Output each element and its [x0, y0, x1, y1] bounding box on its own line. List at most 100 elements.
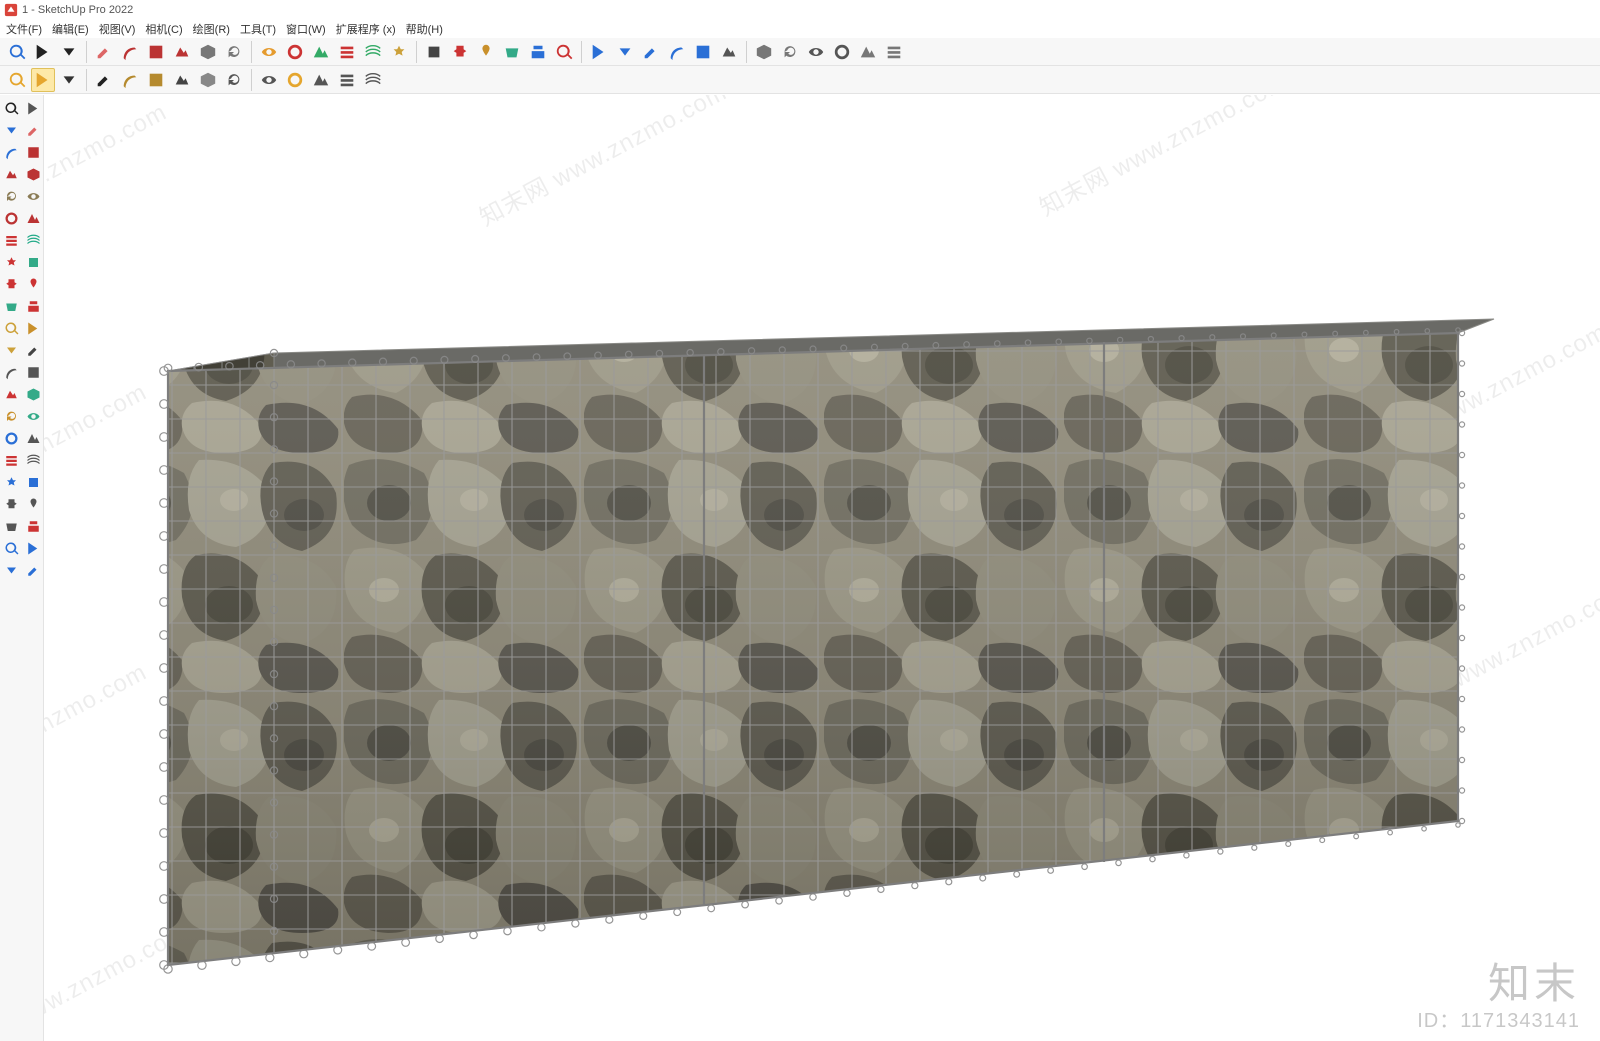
- brush-tool[interactable]: [23, 164, 43, 184]
- zoom-icon[interactable]: [526, 40, 550, 64]
- layers-icon[interactable]: [639, 40, 663, 64]
- protractor-tool[interactable]: [1, 340, 21, 360]
- compass-tool[interactable]: [23, 252, 43, 272]
- cube-blue-icon[interactable]: [309, 40, 333, 64]
- paint-icon[interactable]: [500, 40, 524, 64]
- eye-tool[interactable]: [23, 98, 43, 118]
- add-icon[interactable]: [92, 68, 116, 92]
- dims-tool[interactable]: [1, 362, 21, 382]
- scale-tool[interactable]: [1, 296, 21, 316]
- target-icon[interactable]: [552, 40, 576, 64]
- pencil-icon[interactable]: [118, 40, 142, 64]
- gear3-icon[interactable]: [257, 68, 281, 92]
- menu-item-8[interactable]: 帮助(H): [406, 21, 443, 37]
- waves-tool[interactable]: [23, 538, 43, 558]
- cart-icon[interactable]: [335, 68, 359, 92]
- menu-item-5[interactable]: 工具(T): [240, 21, 276, 37]
- circle-tool[interactable]: [1, 186, 21, 206]
- zoomext-tool[interactable]: [1, 472, 21, 492]
- bucket-icon[interactable]: [474, 40, 498, 64]
- offset-tool[interactable]: [23, 296, 43, 316]
- gear-icon[interactable]: [587, 40, 611, 64]
- globe-icon[interactable]: [361, 68, 385, 92]
- text-icon[interactable]: [422, 40, 446, 64]
- text-tool[interactable]: [23, 340, 43, 360]
- viewport-3d[interactable]: 知末网 www.znzmo.com 知末网 www.znzmo.com 知末网 …: [44, 95, 1600, 1041]
- grid-icon[interactable]: [665, 40, 689, 64]
- eraser-icon[interactable]: [92, 40, 116, 64]
- refresh-icon[interactable]: [335, 40, 359, 64]
- gear2-icon[interactable]: [222, 68, 246, 92]
- box2-icon[interactable]: [778, 40, 802, 64]
- plugin1-icon[interactable]: [5, 68, 29, 92]
- stairs-icon[interactable]: [257, 40, 281, 64]
- waves2-icon[interactable]: [691, 40, 715, 64]
- house2-icon[interactable]: [830, 40, 854, 64]
- menu-item-4[interactable]: 绘图(R): [193, 21, 230, 37]
- cylinder-icon[interactable]: [118, 68, 142, 92]
- eraser-tool[interactable]: [23, 120, 43, 140]
- refresh2-icon[interactable]: [361, 40, 385, 64]
- folder2-icon[interactable]: [882, 40, 906, 64]
- menu-item-7[interactable]: 扩展程序 (x): [336, 21, 396, 37]
- info-icon[interactable]: [309, 68, 333, 92]
- foot-tool[interactable]: [1, 516, 21, 536]
- select-arrow-icon[interactable]: [31, 40, 55, 64]
- tape-tool[interactable]: [1, 318, 21, 338]
- menu-item-1[interactable]: 编辑(E): [52, 21, 89, 37]
- menu-item-0[interactable]: 文件(F): [6, 21, 42, 37]
- menu-item-2[interactable]: 视图(V): [99, 21, 136, 37]
- zoomwin-tool[interactable]: [23, 472, 43, 492]
- arc2-tool[interactable]: [1, 208, 21, 228]
- label-tool[interactable]: [23, 362, 43, 382]
- redo-tool[interactable]: [23, 230, 43, 250]
- camera-icon[interactable]: [57, 68, 81, 92]
- person-icon[interactable]: [717, 40, 741, 64]
- walk-tool[interactable]: [1, 494, 21, 514]
- tape-icon[interactable]: [387, 40, 411, 64]
- waves2-tool[interactable]: [23, 560, 43, 580]
- grid-tool[interactable]: [1, 560, 21, 580]
- look-tool[interactable]: [23, 494, 43, 514]
- house-icon[interactable]: [804, 40, 828, 64]
- section-tool[interactable]: [1, 406, 21, 426]
- search-icon[interactable]: [5, 40, 29, 64]
- disk-tool[interactable]: [23, 186, 43, 206]
- plane-tool[interactable]: [23, 384, 43, 404]
- note-icon[interactable]: [283, 68, 307, 92]
- select-tool[interactable]: [1, 98, 21, 118]
- follow-tool[interactable]: [23, 274, 43, 294]
- undo-tool[interactable]: [1, 230, 21, 250]
- pan-tool[interactable]: [1, 450, 21, 470]
- pin-icon[interactable]: [448, 40, 472, 64]
- pencil-tool[interactable]: [1, 164, 21, 184]
- prints-tool[interactable]: [23, 516, 43, 536]
- layers-tool[interactable]: [1, 538, 21, 558]
- folder-icon[interactable]: [856, 40, 880, 64]
- box-icon[interactable]: [752, 40, 776, 64]
- cube-tool[interactable]: [1, 142, 21, 162]
- pin-tool[interactable]: [1, 384, 21, 404]
- zoom-tool[interactable]: [1, 428, 21, 448]
- plugin2-icon[interactable]: [31, 68, 55, 92]
- arc3-tool[interactable]: [23, 208, 43, 228]
- cube-red-icon[interactable]: [283, 40, 307, 64]
- menu-item-6[interactable]: 窗口(W): [286, 21, 326, 37]
- arc-tool[interactable]: [23, 142, 43, 162]
- menu-item-3[interactable]: 相机(C): [145, 21, 182, 37]
- axes-tool[interactable]: [23, 318, 43, 338]
- dropdown-icon[interactable]: [57, 40, 81, 64]
- arc2-icon[interactable]: [170, 40, 194, 64]
- orbit-tool[interactable]: [1, 120, 21, 140]
- waves-icon[interactable]: [613, 40, 637, 64]
- checker-icon[interactable]: [170, 68, 194, 92]
- move-tool[interactable]: [1, 252, 21, 272]
- refresh-tool[interactable]: [1, 274, 21, 294]
- addsec-tool[interactable]: [23, 406, 43, 426]
- eye2-tool[interactable]: [23, 428, 43, 448]
- eye3-tool[interactable]: [23, 450, 43, 470]
- rectangle-icon[interactable]: [196, 40, 220, 64]
- arc-icon[interactable]: [144, 40, 168, 64]
- sheets-icon[interactable]: [144, 68, 168, 92]
- rectangle2-icon[interactable]: [222, 40, 246, 64]
